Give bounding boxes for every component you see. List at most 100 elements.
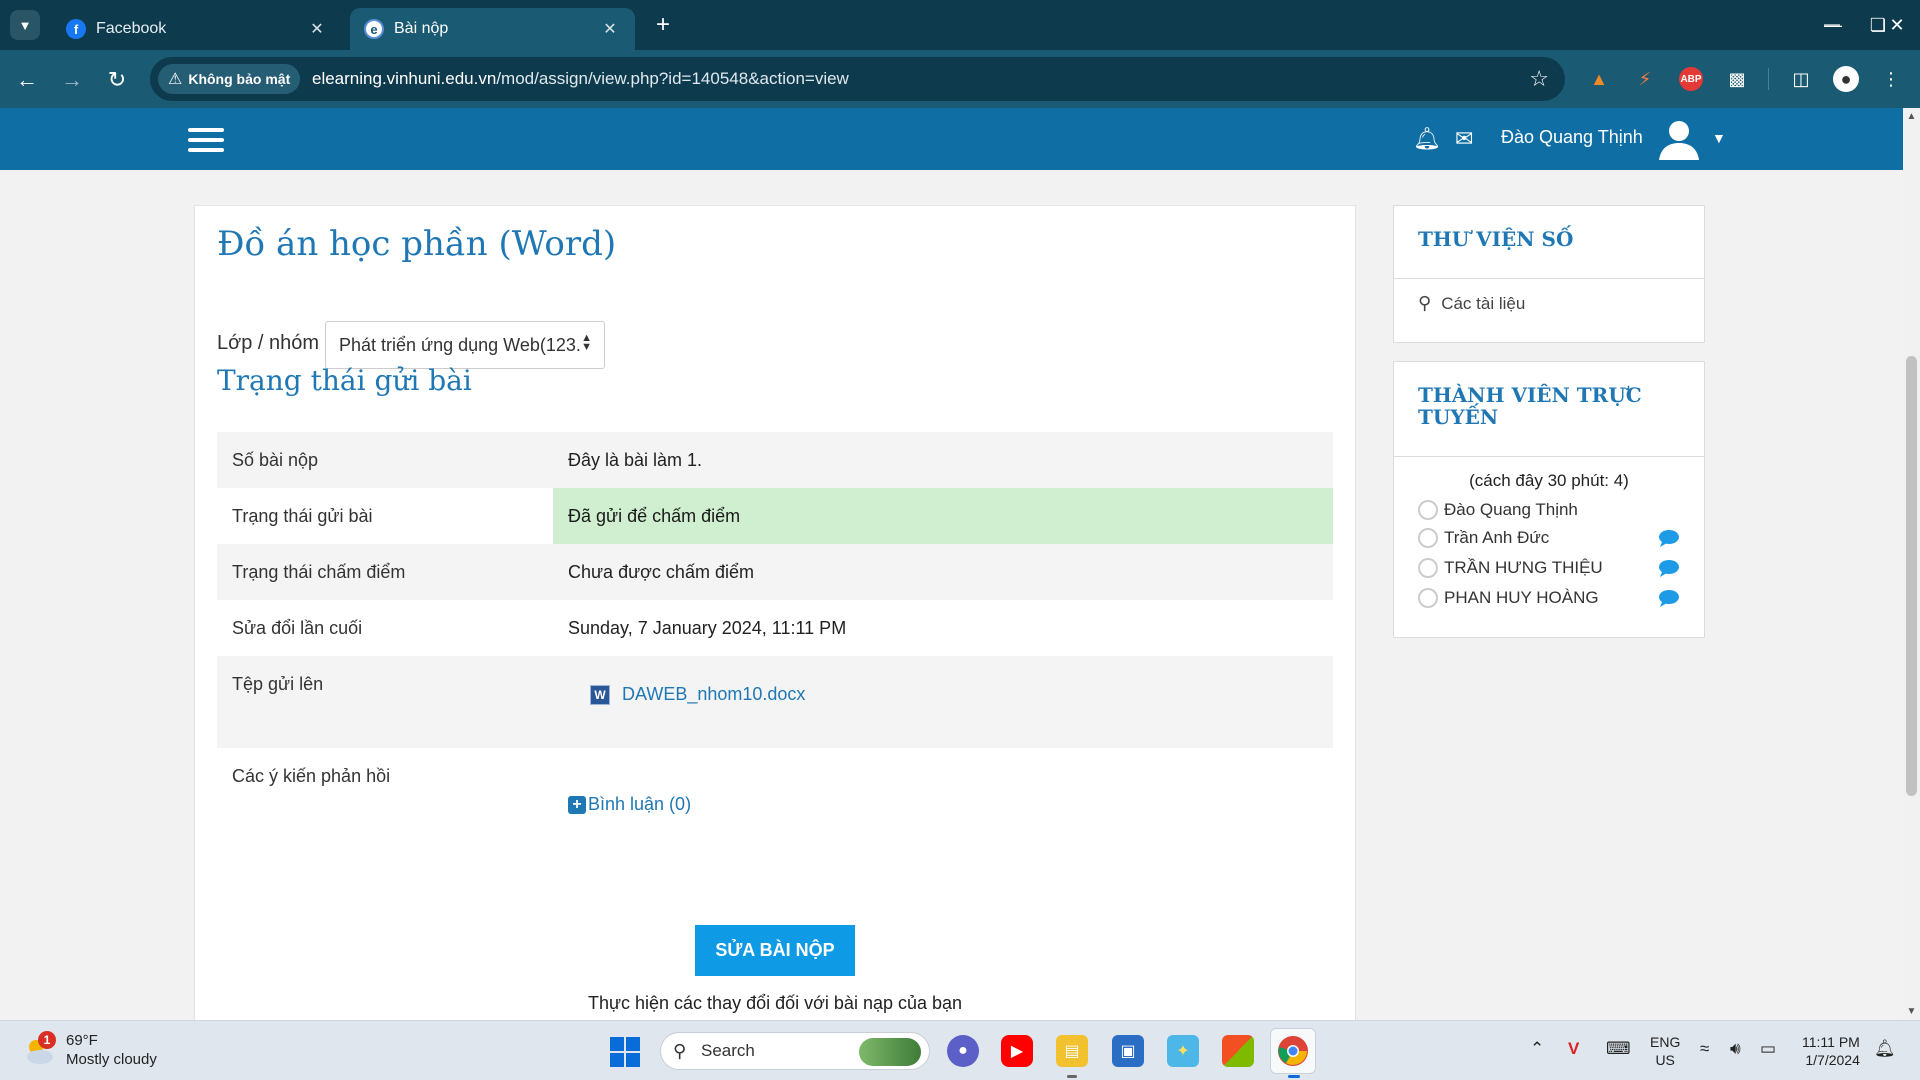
- group-selected-value: Phát triển ứng dụng Web(123.: [339, 334, 581, 355]
- tab-facebook[interactable]: f Facebook ✕: [52, 8, 342, 50]
- scroll-down-arrow-icon[interactable]: ▼: [1903, 1003, 1920, 1020]
- online-users-block: THÀNH VIÊN TRỰC TUYẾN (cách đây 30 phút:…: [1393, 361, 1705, 638]
- close-icon[interactable]: ✕: [599, 18, 621, 40]
- back-button[interactable]: ←: [12, 65, 42, 95]
- weather-widget[interactable]: 1 69°F Mostly cloudy: [22, 1031, 157, 1069]
- online-user[interactable]: Trần Anh Đức: [1418, 523, 1680, 553]
- block-header: THƯ VIỆN SỐ: [1394, 206, 1704, 279]
- group-select[interactable]: Phát triển ứng dụng Web(123. ▲ ▼: [325, 321, 605, 369]
- hamburger-menu-icon[interactable]: [188, 128, 224, 152]
- taskbar-search-label: Search: [701, 1041, 755, 1060]
- battery-icon[interactable]: ▭: [1760, 1039, 1776, 1059]
- taskbar-search[interactable]: ⚲ Search: [660, 1032, 930, 1070]
- remote-desktop-icon[interactable]: ▣: [1112, 1035, 1144, 1067]
- block-title: THƯ VIỆN SỐ: [1418, 227, 1574, 251]
- extension-icon[interactable]: ⚡: [1631, 65, 1659, 93]
- table-row: Tệp gửi lên W DAWEB_nhom10.docx: [217, 656, 1333, 748]
- facebook-icon: f: [66, 19, 86, 39]
- online-user[interactable]: TRẦN HƯNG THIỆU: [1418, 553, 1680, 583]
- side-panel-icon[interactable]: ◫: [1787, 65, 1815, 93]
- teams-meet-icon[interactable]: ●: [947, 1035, 979, 1067]
- comments-link[interactable]: + Bình luận (0): [568, 794, 691, 815]
- header-user-name[interactable]: Đào Quang Thịnh: [1501, 127, 1643, 148]
- arrow-left-icon: ←: [16, 67, 38, 92]
- security-label: Không bảo mật: [188, 71, 291, 87]
- online-user[interactable]: PHAN HUY HOÀNG: [1418, 583, 1680, 613]
- row-label: Trạng thái chấm điểm: [217, 544, 553, 600]
- chevron-up-icon[interactable]: ⌃: [1530, 1039, 1544, 1059]
- user-icon: [1418, 528, 1438, 548]
- chat-bubble-icon[interactable]: ✉: [1455, 126, 1473, 152]
- windows-start-icon[interactable]: [610, 1037, 640, 1067]
- search-icon: ⚲: [1418, 293, 1432, 313]
- page-viewport: 🔔︎ ✉ Đào Quang Thịnh ▼ Đồ án học phần (W…: [0, 108, 1920, 1020]
- forward-button[interactable]: →: [57, 65, 87, 95]
- chrome-icon[interactable]: [1270, 1028, 1316, 1074]
- online-user[interactable]: Đào Quang Thịnh: [1418, 497, 1680, 523]
- online-user-name: PHAN HUY HOÀNG: [1444, 588, 1599, 607]
- plus-icon: +: [568, 795, 586, 814]
- block-header: THÀNH VIÊN TRỰC TUYẾN: [1394, 362, 1704, 457]
- store-app-icon[interactable]: [1222, 1035, 1254, 1067]
- scroll-up-arrow-icon[interactable]: ▲: [1903, 108, 1920, 125]
- file-explorer-icon[interactable]: ▤: [1056, 1035, 1088, 1067]
- edit-submission-button[interactable]: SỬA BÀI NỘP: [695, 925, 855, 976]
- extensions-puzzle-icon[interactable]: ▩: [1723, 65, 1751, 93]
- weather-desc: Mostly cloudy: [66, 1051, 157, 1068]
- moodle-icon: e: [364, 19, 384, 39]
- adblock-plus-icon[interactable]: ABP: [1679, 67, 1703, 91]
- address-bar[interactable]: ⚠ Không bảo mật elearning.vinhuni.edu.vn…: [150, 57, 1565, 101]
- browser-tab-bar: ▼ f Facebook ✕ e Bài nộp ✕ + —: [0, 0, 1920, 50]
- block-body: (cách đây 30 phút: 4) Đào Quang Thịnh Tr…: [1394, 457, 1704, 627]
- library-documents-link[interactable]: ⚲ Các tài liệu: [1418, 293, 1680, 314]
- bookmark-star-icon[interactable]: ☆: [1529, 66, 1549, 92]
- plus-icon: +: [655, 11, 670, 38]
- search-icon: ⚲: [673, 1041, 687, 1061]
- submission-status-table: Số bài nộp Đây là bài làm 1. Trạng thái …: [217, 432, 1333, 888]
- page-title: Đồ án học phần (Word): [217, 224, 617, 264]
- window-close-button[interactable]: ✕: [1878, 10, 1916, 40]
- tab-bai-nop[interactable]: e Bài nộp ✕: [350, 8, 635, 50]
- running-indicator: [1067, 1075, 1077, 1078]
- user-avatar-icon[interactable]: [1656, 116, 1702, 162]
- row-value: Đây là bài làm 1.: [553, 432, 1333, 488]
- minimize-icon: —: [1824, 16, 1840, 33]
- online-user-name: Trần Anh Đức: [1444, 528, 1550, 547]
- more-menu-icon[interactable]: ⋮: [1877, 65, 1905, 93]
- bell-icon[interactable]: 🔔︎: [1413, 126, 1441, 152]
- online-count: (cách đây 30 phút: 4): [1469, 471, 1629, 490]
- message-icon[interactable]: [1658, 559, 1680, 577]
- security-indicator[interactable]: ⚠ Không bảo mật: [158, 64, 301, 94]
- page-scrollbar[interactable]: ▲ ▼: [1903, 108, 1920, 1020]
- youtube-icon[interactable]: ▶: [1001, 1035, 1033, 1067]
- volume-icon[interactable]: 🔊︎: [1730, 1039, 1741, 1059]
- close-icon[interactable]: ✕: [306, 18, 328, 40]
- profile-avatar-icon[interactable]: ●: [1833, 66, 1859, 92]
- file-link[interactable]: W DAWEB_nhom10.docx: [590, 684, 805, 705]
- message-icon[interactable]: [1658, 589, 1680, 607]
- reload-icon: ↻: [107, 67, 127, 92]
- edit-note: Thực hiện các thay đổi đối với bài nạp c…: [587, 993, 963, 1013]
- notification-bell-icon[interactable]: 🔔︎: [1874, 1039, 1896, 1059]
- scroll-thumb[interactable]: [1906, 356, 1917, 796]
- reload-button[interactable]: ↻: [102, 65, 132, 95]
- new-tab-button[interactable]: +: [650, 11, 676, 38]
- message-icon[interactable]: [1658, 529, 1680, 547]
- snipping-tool-icon[interactable]: ✦: [1167, 1035, 1199, 1067]
- cloud-sun-icon: 1: [22, 1031, 56, 1067]
- url-path: /mod/assign/view.php?id=140548&action=vi…: [496, 69, 849, 88]
- tab-search-dropdown[interactable]: ▼: [10, 10, 40, 40]
- comments-label: Bình luận (0): [588, 794, 692, 814]
- feedback-cell: + Bình luận (0): [553, 748, 1333, 888]
- url-text[interactable]: elearning.vinhuni.edu.vn/mod/assign/view…: [312, 69, 849, 89]
- keyboard-icon[interactable]: ⌨: [1606, 1039, 1631, 1059]
- abp-label: ABP: [1680, 73, 1702, 85]
- taskbar-clock[interactable]: 11:11 PM 1/7/2024: [1802, 1033, 1860, 1069]
- window-minimize-button[interactable]: —: [1812, 10, 1852, 40]
- metamask-fox-icon[interactable]: ▲: [1585, 65, 1613, 93]
- input-language[interactable]: ENG US: [1650, 1033, 1680, 1069]
- antivirus-tray-icon[interactable]: V: [1568, 1039, 1579, 1059]
- caret-down-icon[interactable]: ▼: [1712, 130, 1726, 146]
- block-title: THÀNH VIÊN TRỰC TUYẾN: [1418, 383, 1642, 429]
- wifi-icon[interactable]: ≈: [1700, 1039, 1709, 1059]
